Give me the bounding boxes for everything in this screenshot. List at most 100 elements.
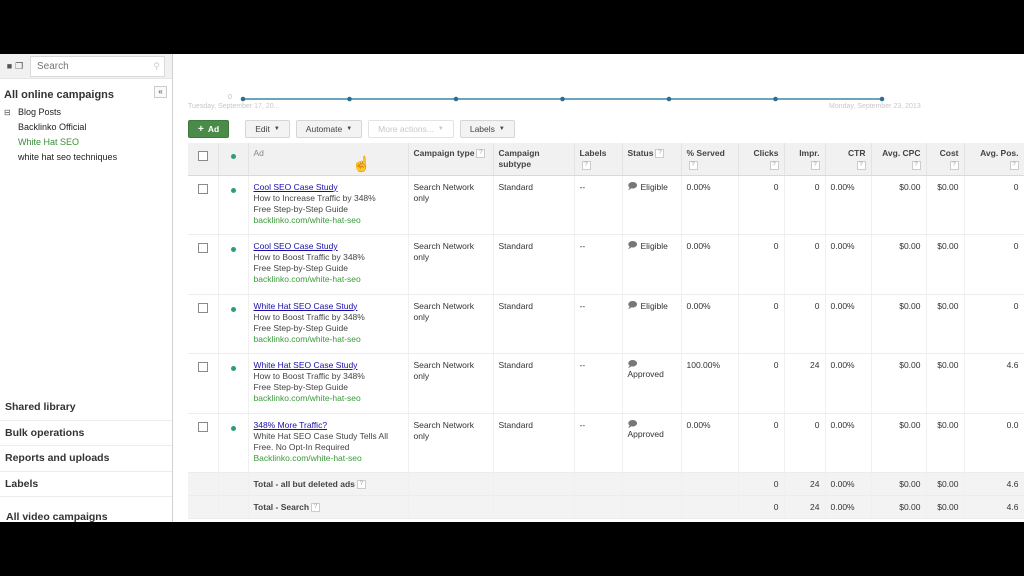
total-impr-cell: 24: [784, 472, 826, 496]
sidebar-link-labels[interactable]: Labels: [0, 472, 172, 497]
collapse-sidebar-icon[interactable]: «: [154, 86, 167, 98]
column-header-avg-pos[interactable]: Avg. Pos.?: [964, 143, 1024, 176]
tree-item-white-hat-seo[interactable]: White Hat SEO: [4, 135, 172, 150]
speech-bubble-icon[interactable]: 🗩︎: [628, 241, 638, 250]
ad-headline-link[interactable]: White Hat SEO Case Study: [254, 360, 403, 371]
labels-dropdown[interactable]: Labels ▼: [459, 120, 515, 138]
empty-cell: [622, 495, 682, 519]
status-dot-header[interactable]: [218, 143, 249, 176]
row-checkbox[interactable]: [197, 362, 208, 372]
column-header-impr[interactable]: Impr.?: [784, 143, 826, 176]
column-header-clicks[interactable]: Clicks?: [738, 143, 785, 176]
help-icon[interactable]: ?: [581, 161, 591, 170]
chart-data-point[interactable]: [560, 96, 565, 102]
cost-cell: $0.00: [926, 175, 965, 235]
all-online-campaigns-label: All online campaigns: [4, 89, 115, 101]
header-label: Avg. CPC: [882, 148, 921, 158]
speech-bubble-icon[interactable]: 🗩︎: [628, 419, 638, 429]
expand-collapse-icon[interactable]: ⊟: [4, 105, 18, 120]
help-icon[interactable]: ?: [655, 149, 665, 159]
column-header-campaign-subtype[interactable]: Campaign subtype: [493, 143, 575, 176]
window-icon[interactable]: ❐: [15, 61, 23, 72]
chart-data-point[interactable]: [240, 96, 246, 102]
status-value[interactable]: 🗩︎ Approved: [628, 360, 676, 380]
row-checkbox[interactable]: [197, 302, 208, 313]
column-header-ctr[interactable]: CTR?: [825, 143, 872, 176]
column-header-labels[interactable]: Labels?: [574, 143, 623, 176]
help-icon[interactable]: ?: [911, 161, 921, 170]
ad-headline-link[interactable]: Cool SEO Case Study: [254, 241, 403, 252]
ad-display-url: Backlinko.com/white-hat-seo: [253, 452, 362, 463]
empty-cell: [681, 472, 739, 496]
avg-cpc-cell: $0.00: [871, 413, 927, 473]
column-header-served[interactable]: % Served?: [681, 143, 739, 176]
chart-data-point[interactable]: [879, 96, 885, 102]
automate-dropdown[interactable]: Automate ▼: [295, 120, 363, 138]
sidebar-link-bulk-operations[interactable]: Bulk operations: [0, 421, 172, 446]
enabled-status-dot-icon[interactable]: [230, 187, 236, 193]
search-input[interactable]: [31, 56, 164, 76]
help-icon[interactable]: ?: [810, 161, 820, 170]
help-icon[interactable]: ?: [949, 161, 959, 170]
served-cell: 0.00%: [681, 294, 739, 354]
ad-headline-link[interactable]: Cool SEO Case Study: [254, 182, 403, 193]
column-header-status[interactable]: Status?: [622, 143, 682, 176]
status-value[interactable]: 🗩︎ Eligible: [628, 181, 676, 193]
row-checkbox[interactable]: [197, 421, 208, 432]
total-label-cell: Total - Search?: [248, 495, 409, 519]
tree-item-backlinko-official[interactable]: Backlinko Official: [4, 120, 172, 135]
column-header-campaign-type[interactable]: Campaign type?: [408, 143, 494, 176]
speech-bubble-icon[interactable]: 🗩︎: [628, 181, 638, 191]
sidebar-link-shared-library[interactable]: Shared library: [0, 395, 172, 421]
help-icon[interactable]: ?: [1009, 161, 1019, 170]
help-icon[interactable]: ?: [356, 480, 366, 490]
tree-item-blog-posts[interactable]: ⊟ Blog Posts: [4, 105, 172, 120]
help-icon[interactable]: ?: [769, 161, 779, 170]
sidebar-link-reports-uploads[interactable]: Reports and uploads: [0, 446, 172, 472]
more-actions-dropdown[interactable]: More actions... ▼: [368, 120, 454, 138]
enabled-status-dot-icon[interactable]: [230, 425, 236, 431]
header-label: Impr.: [799, 148, 820, 158]
speech-bubble-icon[interactable]: 🗩︎: [628, 360, 638, 369]
all-video-campaigns-heading[interactable]: All video campaigns: [0, 497, 172, 522]
caret-down-icon: ▼: [498, 126, 505, 132]
column-header-avg-cpc[interactable]: Avg. CPC?: [871, 143, 927, 176]
tree-item-white-hat-seo-techniques[interactable]: white hat seo techniques: [4, 150, 172, 165]
add-ad-button[interactable]: + Ad: [188, 120, 230, 138]
select-all-checkbox[interactable]: [197, 151, 208, 161]
impr-cell: 24: [784, 353, 826, 414]
help-icon[interactable]: ?: [688, 161, 698, 170]
chart-data-point[interactable]: [453, 96, 459, 102]
enabled-status-dot-icon[interactable]: [230, 247, 236, 252]
chart-data-point[interactable]: [666, 96, 672, 102]
help-icon[interactable]: ?: [476, 149, 486, 159]
chart-data-point[interactable]: [773, 96, 778, 102]
search-icon[interactable]: ⚲: [153, 61, 160, 72]
campaign-subtype-cell: Standard: [493, 413, 575, 473]
ad-headline-link[interactable]: 348% More Traffic?: [254, 420, 403, 431]
ad-headline-link[interactable]: White Hat SEO Case Study: [254, 301, 403, 312]
speech-bubble-icon[interactable]: 🗩︎: [628, 300, 638, 310]
column-header-ad[interactable]: Ad: [248, 143, 409, 176]
ctr-cell: 0.00%: [825, 294, 872, 354]
help-icon[interactable]: ?: [856, 161, 866, 170]
enabled-status-dot-icon[interactable]: [230, 366, 236, 371]
folder-icon[interactable]: ■: [7, 61, 12, 71]
status-value[interactable]: 🗩︎ Eligible: [628, 300, 676, 312]
help-icon[interactable]: ?: [311, 503, 321, 513]
total-clicks-cell: 0: [738, 472, 785, 496]
main-content: 0 Tuesday, September 17, 20... Monday, S…: [174, 54, 1024, 522]
row-checkbox[interactable]: [197, 243, 208, 253]
hand-pointer-cursor-icon: ☝: [352, 156, 371, 173]
row-checkbox[interactable]: [197, 183, 208, 194]
all-online-campaigns-heading[interactable]: All online campaigns «: [0, 79, 172, 105]
status-value[interactable]: 🗩︎ Approved: [628, 419, 676, 440]
ad-display-url: backlinko.com/white-hat-seo: [253, 393, 361, 403]
column-header-cost[interactable]: Cost?: [926, 143, 965, 176]
status-value[interactable]: 🗩︎ Eligible: [628, 241, 676, 252]
ad-description-line-1: How to Increase Traffic by 348%: [253, 192, 376, 203]
edit-dropdown[interactable]: Edit ▼: [245, 120, 290, 138]
enabled-status-dot-icon[interactable]: [230, 306, 236, 312]
table-row: Cool SEO Case Study How to Increase Traff…: [188, 175, 1024, 235]
chart-data-point[interactable]: [347, 96, 352, 102]
